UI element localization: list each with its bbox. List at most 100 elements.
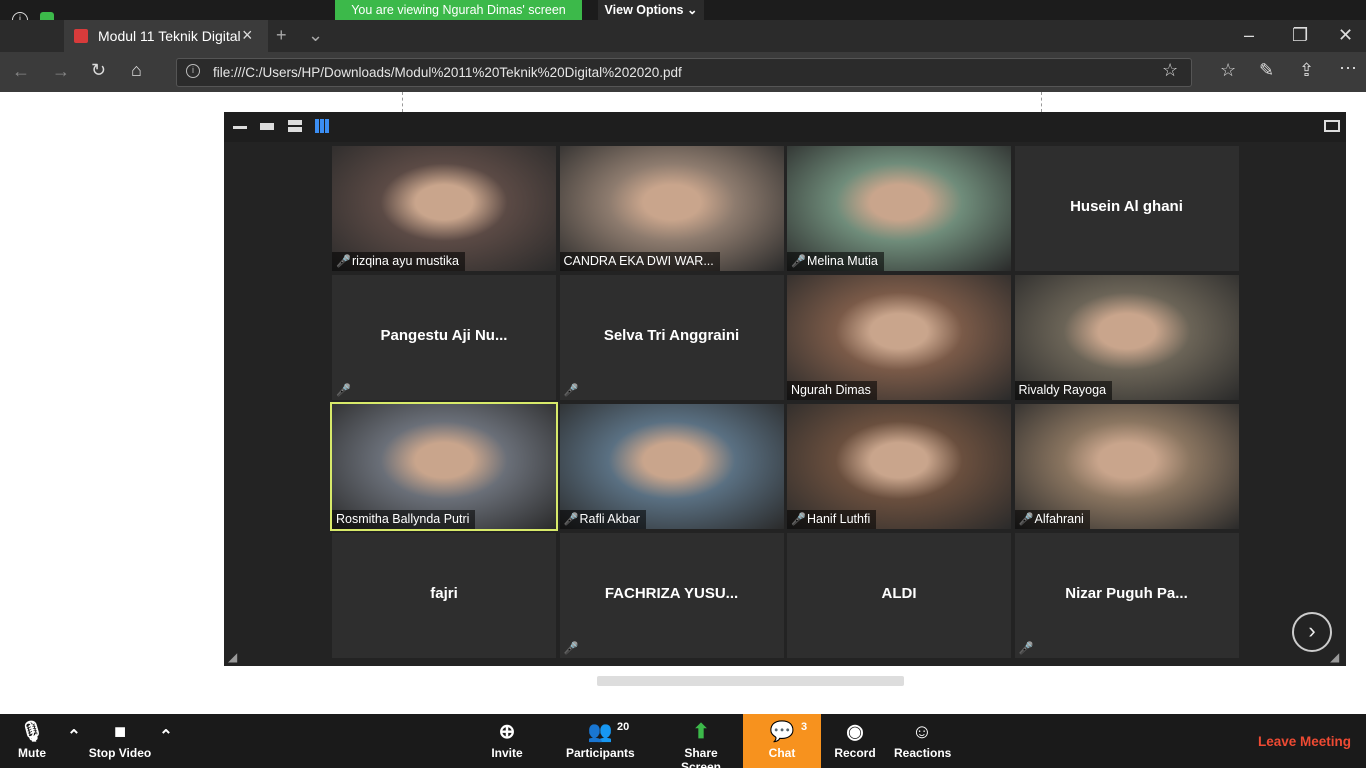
favorite-star-icon[interactable]: ☆ [1162, 60, 1178, 81]
video-options-button[interactable]: ⌃ [154, 714, 178, 768]
participant-tile[interactable]: fajri [332, 533, 556, 658]
participant-name: 🎤Hanif Luthfi [787, 510, 877, 529]
participant-name: Rosmitha Ballynda Putri [332, 510, 476, 529]
url-text: file:///C:/Users/HP/Downloads/Modul%2011… [213, 65, 682, 80]
participant-name-text: Hanif Luthfi [807, 512, 871, 526]
resize-handle-right-icon[interactable]: ◢ [1330, 650, 1339, 664]
participant-name: Ngurah Dimas [787, 381, 877, 400]
viewing-banner: You are viewing Ngurah Dimas' screen [335, 0, 582, 21]
participant-name: Selva Tri Anggraini [603, 327, 740, 344]
record-label: Record [834, 746, 876, 760]
minimize-video-icon[interactable] [233, 125, 247, 129]
muted-mic-icon: 🎤 [563, 641, 579, 655]
pen-icon[interactable]: ✎ [1259, 60, 1274, 81]
exit-fullscreen-icon[interactable] [1324, 120, 1340, 132]
view-options-button[interactable]: View Options ⌄ [598, 0, 704, 21]
forward-icon[interactable]: → [52, 61, 70, 82]
participant-name: 🎤Rafli Akbar [559, 510, 646, 529]
participant-name-text: Alfahrani [1034, 512, 1084, 526]
participant-tile[interactable]: Rivaldy Rayoga [1014, 275, 1239, 400]
share-screen-button[interactable]: ⬆ Share Screen [664, 714, 738, 774]
participant-name: 🎤rizqina ayu mustika [332, 252, 465, 271]
participant-tile[interactable]: 🎤Alfahrani [1014, 404, 1239, 529]
pdf-page [402, 92, 1042, 112]
participant-tile[interactable]: Pangestu Aji Nu... 🎤 [332, 275, 556, 400]
pdf-horizontal-scrollbar[interactable] [597, 676, 904, 686]
favorites-icon[interactable]: ☆ [1220, 60, 1236, 81]
participant-name-text: Rivaldy Rayoga [1018, 383, 1107, 397]
participant-name: Pangestu Aji Nu... [380, 327, 508, 344]
close-tab-icon[interactable]: × [242, 25, 253, 46]
participant-name: Nizar Puguh Pa... [1065, 585, 1188, 602]
muted-mic-icon: 🎤 [791, 512, 806, 526]
participant-tile[interactable]: 🎤Melina Mutia [787, 146, 1011, 271]
participant-name: ALDI [881, 585, 917, 602]
refresh-icon[interactable]: ↻ [91, 60, 106, 81]
pdf-icon [74, 29, 88, 43]
participant-tile[interactable]: 🎤Rafli Akbar [559, 404, 784, 529]
participant-name-text: Rafli Akbar [579, 512, 640, 526]
resize-handle-left-icon[interactable]: ◢ [228, 650, 237, 664]
participant-tile[interactable]: ALDI [787, 533, 1011, 658]
muted-mic-icon: 🎤 [563, 512, 579, 526]
new-tab-icon[interactable]: + [276, 25, 287, 46]
share-screen-label: Share Screen [680, 746, 722, 774]
stop-video-button[interactable]: ■ Stop Video [86, 714, 154, 768]
participant-tile[interactable]: Nizar Puguh Pa... 🎤 [1014, 533, 1239, 658]
audio-options-button[interactable]: ⌃ [62, 714, 86, 768]
speaker-view-icon[interactable] [260, 123, 274, 130]
next-page-button[interactable]: › [1292, 612, 1332, 652]
participant-name: FACHRIZA YUSU... [604, 585, 739, 602]
mute-button[interactable]: 🎙 Mute [6, 714, 58, 768]
participant-tile[interactable]: Selva Tri Anggraini 🎤 [559, 275, 784, 400]
share-icon[interactable]: ⇪ [1299, 60, 1314, 81]
participant-tile[interactable]: Husein Al ghani [1014, 146, 1239, 271]
participant-tile[interactable]: Rosmitha Ballynda Putri [330, 402, 558, 531]
chat-button[interactable]: 💬 Chat [743, 714, 821, 768]
camera-icon: ■ [113, 721, 127, 743]
participant-name: Husein Al ghani [1070, 198, 1183, 215]
more-icon[interactable]: ⋯ [1339, 58, 1357, 79]
participant-name: 🎤Melina Mutia [787, 252, 884, 271]
home-icon[interactable]: ⌂ [131, 60, 142, 81]
tab-list-icon[interactable]: ⌄ [308, 25, 323, 46]
participant-name-text: Rosmitha Ballynda Putri [336, 512, 470, 526]
muted-mic-icon: 🎤 [791, 254, 806, 268]
participant-tile[interactable]: 🎤rizqina ayu mustika [332, 146, 556, 271]
invite-button[interactable]: ⊕ Invite [484, 714, 530, 768]
record-icon: ◉ [846, 721, 864, 743]
browser-tab[interactable]: Modul 11 Teknik Digital × [64, 20, 268, 52]
chat-icon: 💬 [769, 721, 795, 743]
close-window-icon[interactable]: ✕ [1338, 25, 1353, 46]
participant-name-text: Ngurah Dimas [791, 383, 871, 397]
reactions-button[interactable]: ☺ Reactions [894, 714, 951, 768]
muted-mic-icon: 🎤 [336, 383, 351, 397]
participant-tile[interactable]: CANDRA EKA DWI WAR... [559, 146, 784, 271]
back-icon[interactable]: ← [12, 61, 30, 82]
share-screen-icon: ⬆ [692, 721, 710, 743]
record-button[interactable]: ◉ Record [830, 714, 880, 768]
restore-icon[interactable]: ❐ [1292, 25, 1308, 46]
muted-mic-icon: 🎤 [563, 383, 579, 397]
participant-tile[interactable]: Ngurah Dimas [787, 275, 1011, 400]
participant-tile[interactable]: FACHRIZA YUSU... 🎤 [559, 533, 784, 658]
participant-name-text: Melina Mutia [807, 254, 878, 268]
minimize-icon[interactable]: – [1244, 25, 1254, 46]
stop-video-label: Stop Video [88, 746, 152, 760]
participant-name: Rivaldy Rayoga [1014, 381, 1113, 400]
participants-count: 20 [617, 721, 630, 733]
add-person-icon: ⊕ [498, 721, 516, 743]
view-options-label: View Options [604, 3, 684, 17]
site-info-icon[interactable]: i [186, 64, 200, 78]
participant-name: 🎤Alfahrani [1014, 510, 1090, 529]
leave-meeting-button[interactable]: Leave Meeting [1258, 734, 1351, 749]
strip-view-icon[interactable] [288, 120, 302, 132]
chat-label: Chat [768, 746, 796, 760]
participant-name-text: rizqina ayu mustika [352, 254, 459, 268]
chat-count: 3 [801, 721, 808, 733]
muted-mic-icon: 🎤 [1018, 641, 1034, 655]
reactions-icon: ☺ [911, 721, 933, 743]
participant-tile[interactable]: 🎤Hanif Luthfi [787, 404, 1011, 529]
gallery-view-icon[interactable] [315, 119, 329, 133]
microphone-icon: 🎙 [19, 721, 45, 743]
